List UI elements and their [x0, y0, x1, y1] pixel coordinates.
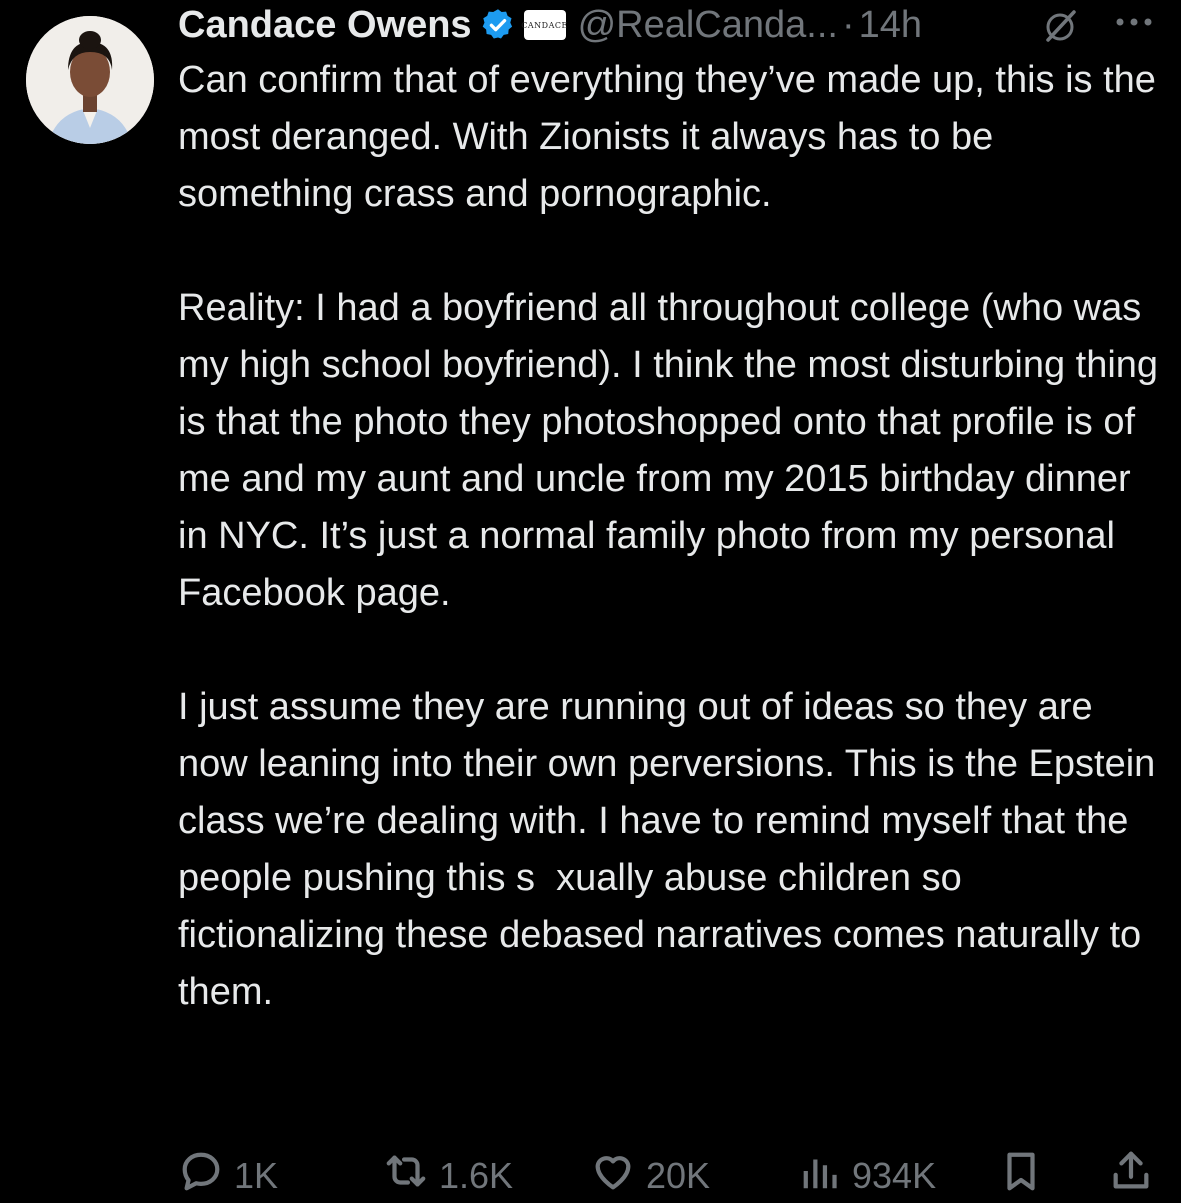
author-name[interactable]: Candace Owens — [178, 4, 472, 47]
share-button[interactable] — [1108, 1148, 1154, 1203]
action-bar: 1K 1.6K 20K 934K — [178, 1140, 1158, 1200]
reply-icon — [178, 1148, 224, 1203]
affiliate-badge[interactable]: CANDACE — [521, 10, 567, 40]
reply-button[interactable]: 1K — [178, 1148, 278, 1203]
repost-icon — [383, 1148, 429, 1203]
reply-count: 1K — [234, 1154, 279, 1196]
views-count: 934K — [852, 1154, 937, 1196]
verified-badge-icon[interactable] — [480, 7, 516, 43]
tweet-time[interactable]: 14h — [859, 4, 922, 47]
repost-button[interactable]: 1.6K — [383, 1148, 513, 1203]
separator-dot: · — [841, 3, 855, 46]
views-icon — [796, 1148, 842, 1203]
bookmark-button[interactable] — [998, 1148, 1044, 1203]
author-handle[interactable]: @RealCanda... — [578, 4, 838, 47]
like-button[interactable]: 20K — [590, 1148, 710, 1203]
more-icon[interactable] — [1112, 10, 1156, 34]
grok-icon[interactable] — [1040, 6, 1080, 46]
like-count: 20K — [646, 1154, 711, 1196]
avatar[interactable] — [26, 16, 154, 144]
repost-count: 1.6K — [439, 1154, 514, 1196]
tweet-paragraph: Reality: I had a boyfriend all throughou… — [178, 287, 1169, 614]
tweet-header: Candace Owens CANDACE @RealCanda... · 14… — [178, 2, 922, 48]
tweet-paragraph: Can confirm that of everything they’ve m… — [178, 59, 1167, 215]
heart-icon — [590, 1148, 636, 1203]
tweet-text: Can confirm that of everything they’ve m… — [178, 52, 1168, 1021]
views-button[interactable]: 934K — [796, 1148, 936, 1203]
bookmark-icon — [998, 1148, 1044, 1203]
tweet-paragraph: I just assume they are running out of id… — [178, 686, 1166, 1013]
share-icon — [1108, 1148, 1154, 1203]
